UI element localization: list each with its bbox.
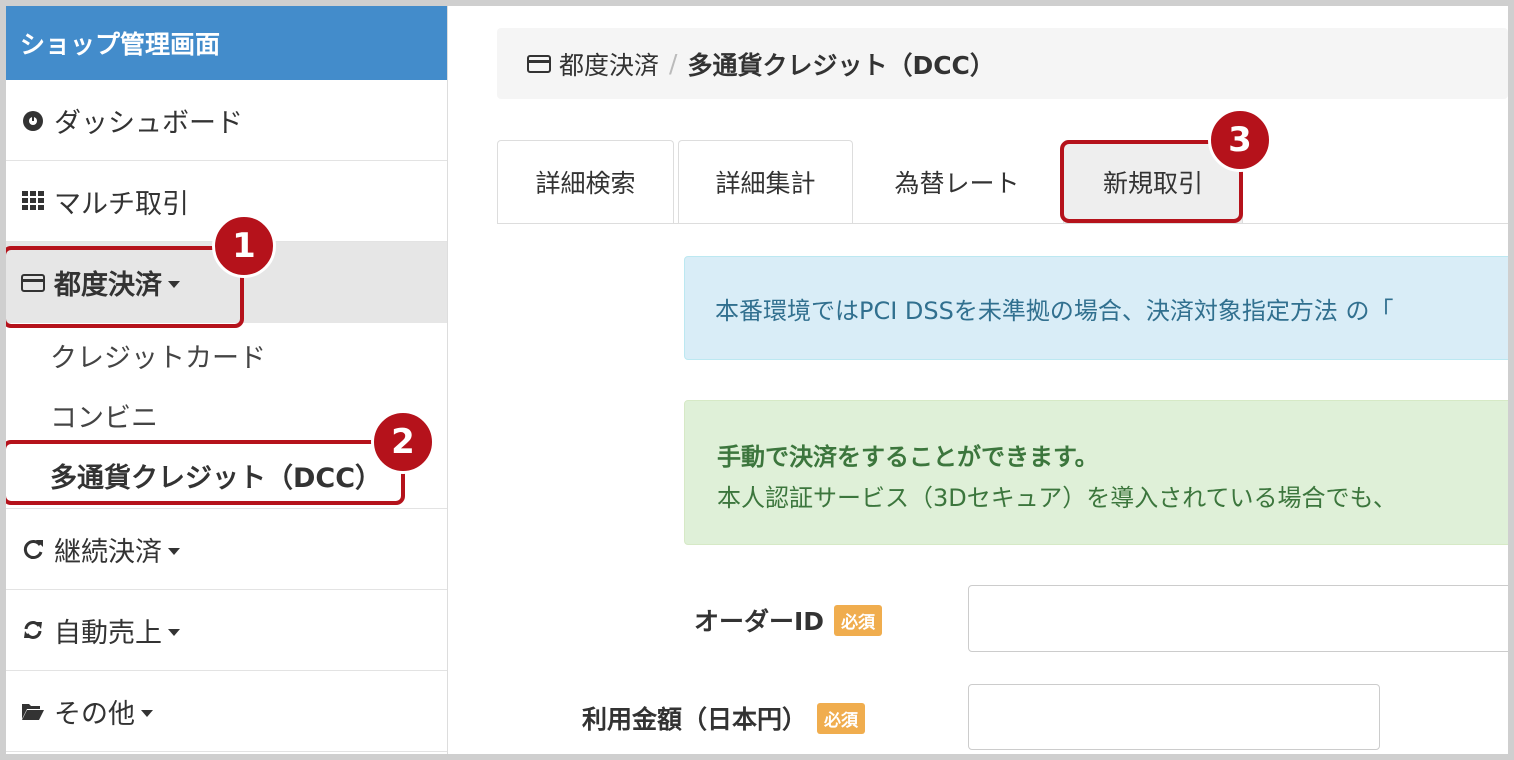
sidebar-item-recurring-payment[interactable]: 継続決済 xyxy=(6,509,447,590)
sub-item-credit-card[interactable]: クレジットカード xyxy=(6,323,447,387)
caret-down-icon xyxy=(168,547,180,555)
grid-icon xyxy=(20,188,46,214)
success-alert: 手動で決済をすることができます。 本人認証サービス（3Dセキュア）を導入されてい… xyxy=(684,400,1514,545)
tab-bar: 詳細検索 詳細集計 為替レート 新規取引 xyxy=(497,140,1508,224)
success-alert-body: 本人認証サービス（3Dセキュア）を導入されている場合でも、 xyxy=(717,484,1397,512)
sidebar-item-other[interactable]: その他 xyxy=(6,671,447,752)
sidebar-item-dashboard[interactable]: ダッシュボード xyxy=(6,80,447,161)
sidebar: ショップ管理画面 ダッシュボード マルチ取引 都度決済 クレジットカード コンビ… xyxy=(6,6,448,754)
breadcrumb-separator: / xyxy=(669,49,678,78)
sidebar-item-label: 継続決済 xyxy=(54,536,162,568)
highlight-box-2 xyxy=(2,440,405,505)
tab-detail-aggregate[interactable]: 詳細集計 xyxy=(678,140,853,223)
breadcrumb-parent-link[interactable]: 都度決済 xyxy=(559,46,659,82)
tab-detail-search[interactable]: 詳細検索 xyxy=(497,140,674,223)
shop-admin-title: ショップ管理画面 xyxy=(6,6,447,80)
sidebar-item-label: ダッシュボード xyxy=(54,107,243,139)
amount-input[interactable] xyxy=(968,684,1380,750)
breadcrumb-current: 多通貨クレジット（DCC） xyxy=(687,50,995,80)
order-id-input[interactable] xyxy=(968,585,1514,652)
amount-label: 利用金額（日本円） 必須 xyxy=(582,698,866,738)
info-alert: 本番環境ではPCI DSSを未準拠の場合、決済対象指定方法 の「 xyxy=(684,256,1514,360)
required-badge: 必須 xyxy=(834,604,883,636)
highlight-box-1 xyxy=(2,246,244,328)
sidebar-item-label: マルチ取引 xyxy=(54,188,189,220)
callout-number-2: 2 xyxy=(371,410,435,474)
required-badge: 必須 xyxy=(817,702,866,734)
breadcrumb: 都度決済 / 多通貨クレジット（DCC） xyxy=(497,28,1508,99)
info-alert-text: 本番環境ではPCI DSSを未準拠の場合、決済対象指定方法 の「 xyxy=(715,296,1394,325)
tab-exchange-rate[interactable]: 為替レート xyxy=(857,140,1057,223)
order-id-label-text: オーダーID xyxy=(694,607,825,636)
order-id-label: オーダーID 必須 xyxy=(694,600,883,640)
caret-down-icon xyxy=(168,628,180,636)
callout-number-1: 1 xyxy=(212,214,276,278)
refresh-icon xyxy=(20,536,46,562)
callout-number-3: 3 xyxy=(1208,108,1272,172)
success-alert-title: 手動で決済をすることができます。 xyxy=(717,443,1099,471)
dashboard-icon xyxy=(20,107,46,133)
folder-open-icon xyxy=(20,698,46,724)
caret-down-icon xyxy=(141,709,153,717)
sidebar-item-label: 自動売上 xyxy=(54,617,162,649)
sidebar-item-label: その他 xyxy=(54,698,135,730)
sync-icon xyxy=(20,617,46,643)
amount-label-text: 利用金額（日本円） xyxy=(582,705,808,734)
sidebar-item-auto-sales[interactable]: 自動売上 xyxy=(6,590,447,671)
credit-card-icon xyxy=(527,54,551,74)
